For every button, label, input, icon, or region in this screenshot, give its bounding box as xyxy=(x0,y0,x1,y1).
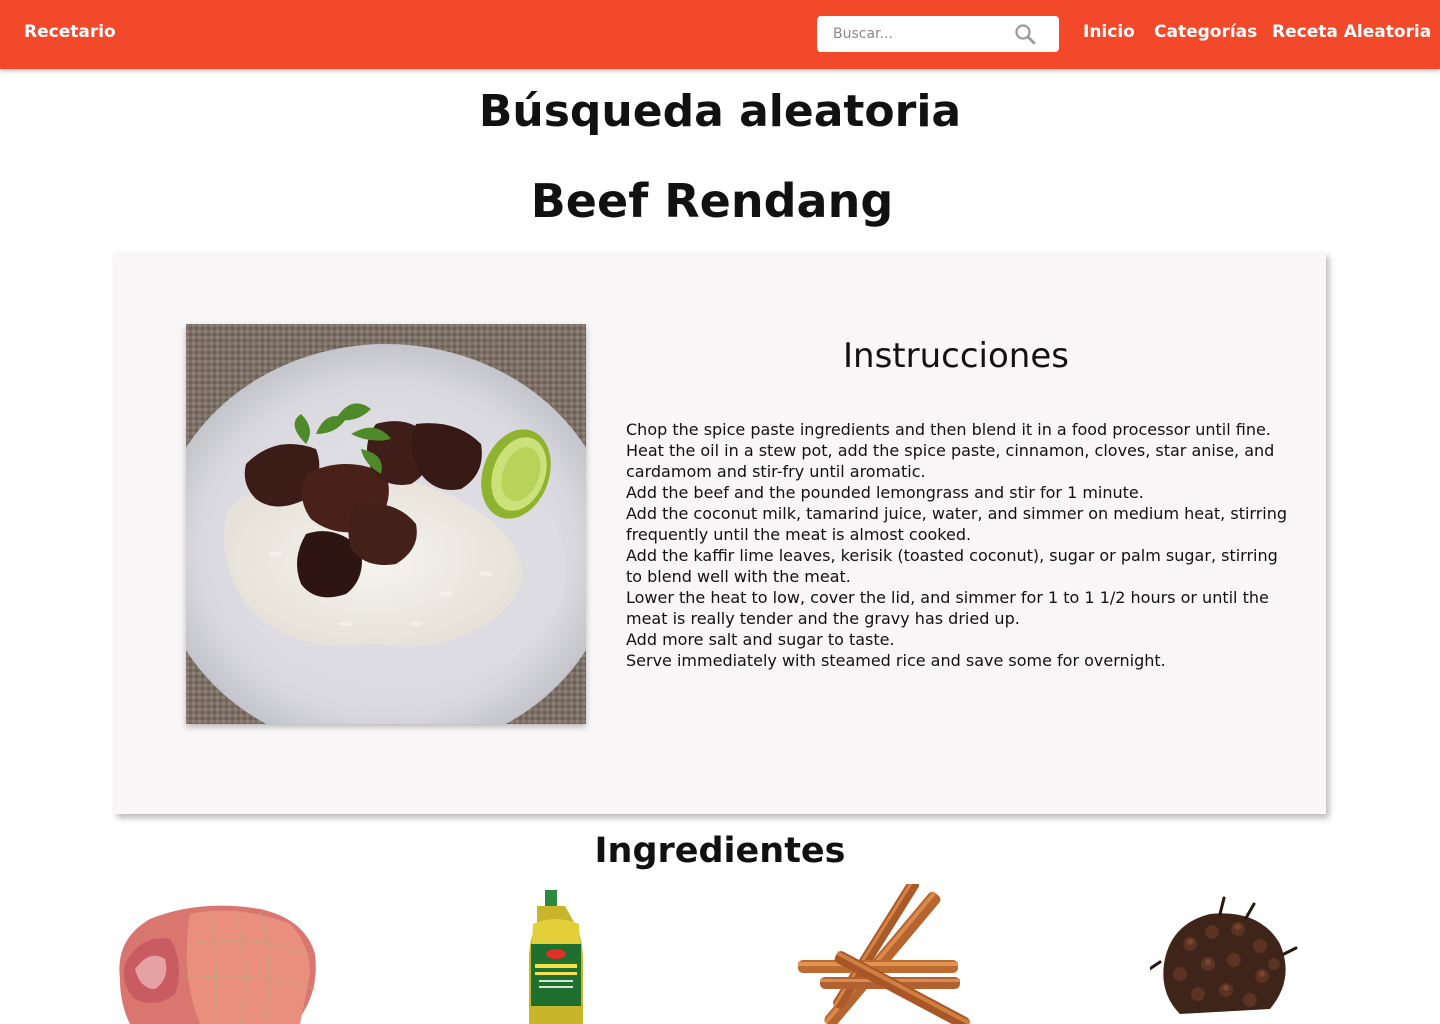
instruction-step: Lower the heat to low, cover the lid, an… xyxy=(626,588,1269,628)
instruction-step: Add more salt and sugar to taste. xyxy=(626,630,895,649)
ingredient-cloves-image[interactable] xyxy=(1150,884,1410,1024)
ingredient-cinnamon-image[interactable] xyxy=(790,884,1050,1024)
instructions-text: Chop the spice paste ingredients and the… xyxy=(626,419,1290,671)
instruction-step: Heat the oil in a stew pot, add the spic… xyxy=(626,441,1275,481)
nav-link-receta-aleatoria[interactable]: Receta Aleatoria xyxy=(1272,22,1431,42)
search-box xyxy=(817,16,1059,52)
recipe-card: Instrucciones Chop the spice paste ingre… xyxy=(114,252,1326,814)
navbar: Recetario Inicio Categorías Receta Aleat… xyxy=(0,0,1440,69)
page-title: Búsqueda aleatoria xyxy=(478,86,962,137)
instructions-heading: Instrucciones xyxy=(843,336,1069,376)
ingredient-vegetable-oil-image[interactable] xyxy=(425,884,685,1024)
instruction-step: Chop the spice paste ingredients and the… xyxy=(626,420,1271,439)
nav-link-inicio[interactable]: Inicio xyxy=(1083,22,1135,42)
brand-link[interactable]: Recetario xyxy=(24,22,116,42)
ingredient-beef-image[interactable] xyxy=(110,884,370,1024)
instruction-step: Add the kaffir lime leaves, kerisik (toa… xyxy=(626,546,1278,586)
recipe-image xyxy=(186,324,586,724)
nav-link-categorias[interactable]: Categorías xyxy=(1154,22,1257,42)
search-icon[interactable] xyxy=(1014,23,1036,45)
instruction-step: Serve immediately with steamed rice and … xyxy=(626,651,1166,670)
instruction-step: Add the coconut milk, tamarind juice, wa… xyxy=(626,504,1288,544)
recipe-title: Beef Rendang xyxy=(530,174,894,228)
ingredients-heading: Ingredientes xyxy=(594,831,846,871)
search-input[interactable] xyxy=(817,16,1023,52)
instruction-step: Add the beef and the pounded lemongrass … xyxy=(626,483,1144,502)
